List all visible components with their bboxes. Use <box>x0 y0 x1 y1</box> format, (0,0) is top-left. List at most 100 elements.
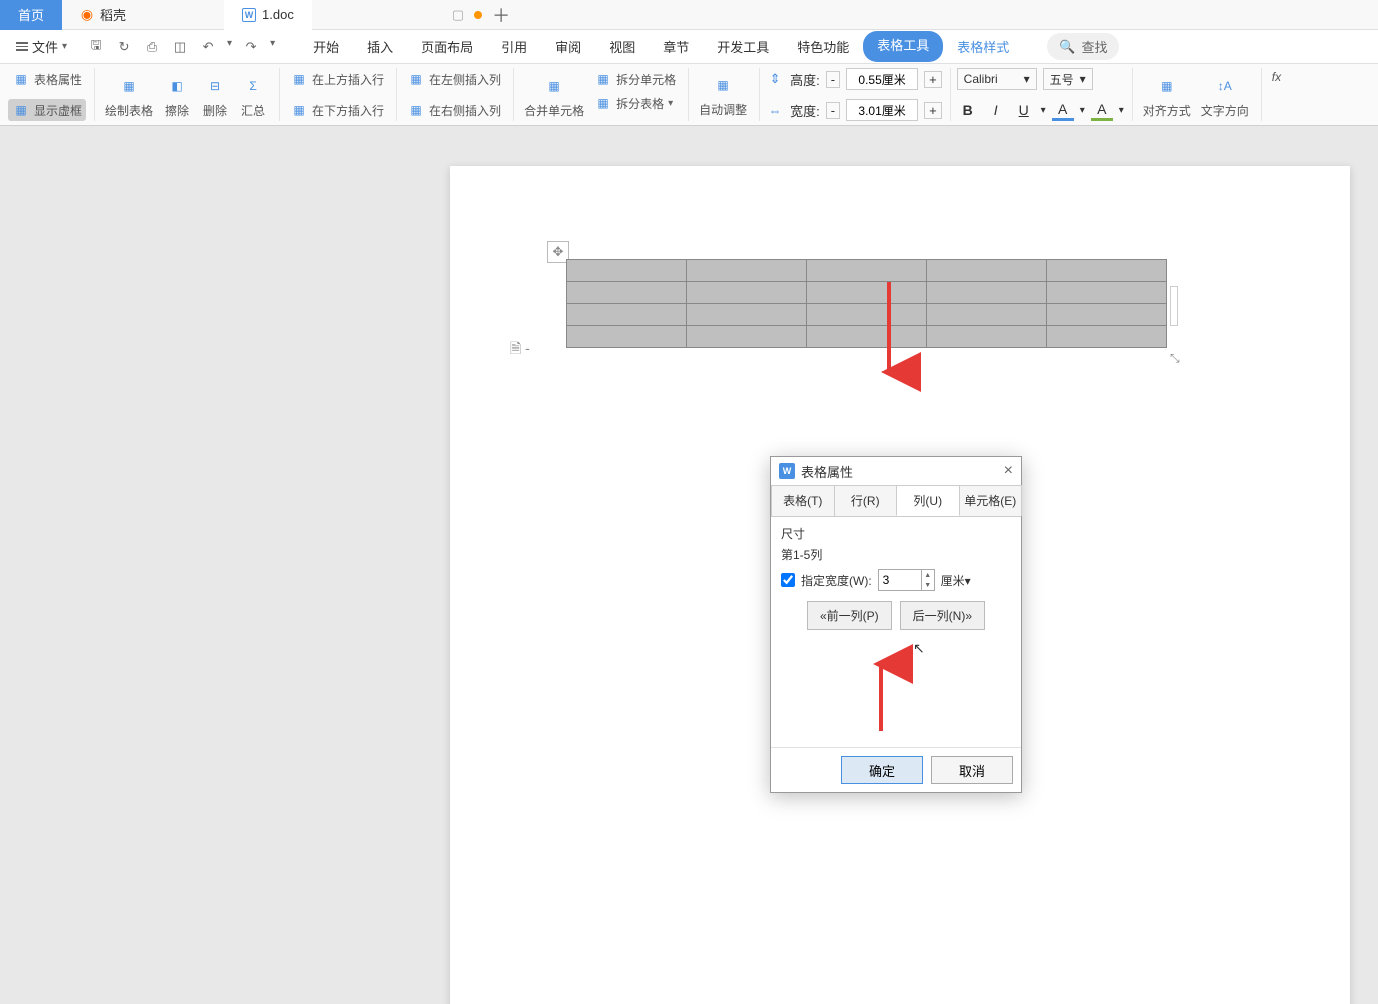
fire-icon: ◉ <box>80 8 94 22</box>
autofit-button[interactable]: ▦ 自动调整 <box>695 68 751 121</box>
dialog-tab-cell[interactable]: 单元格(E) <box>959 485 1023 516</box>
cancel-button[interactable]: 取消 <box>931 756 1013 784</box>
font-name: Calibri <box>964 72 998 86</box>
minus-icon[interactable]: - <box>826 71 840 88</box>
tab-daoke[interactable]: ◉ 稻壳 <box>62 0 144 30</box>
column-range-label: 第1-5列 <box>781 546 1011 563</box>
table-properties-dialog: W 表格属性 × 表格(T) 行(R) 列(U) 单元格(E) 尺寸 第1-5列… <box>770 456 1022 793</box>
ok-button[interactable]: 确定 <box>841 756 923 784</box>
highlight-button[interactable]: A <box>1091 99 1113 121</box>
eraser-button[interactable]: ◧ 擦除 <box>159 68 195 122</box>
menu-insert[interactable]: 插入 <box>353 31 407 62</box>
spinner-down-icon[interactable]: ▼ <box>922 580 934 590</box>
merge-cells-button[interactable]: ▦ 合并单元格 <box>520 68 588 122</box>
tab-home[interactable]: 首页 <box>0 0 62 30</box>
summary-button[interactable]: Σ 汇总 <box>235 68 271 122</box>
insert-right-button[interactable]: ▦ 在右侧插入列 <box>403 99 505 121</box>
preview-icon[interactable]: ◫ <box>171 38 189 56</box>
plus-icon[interactable]: + <box>924 102 942 119</box>
save-icon[interactable]: 🖫 <box>87 38 105 56</box>
menu-devtools[interactable]: 开发工具 <box>703 31 783 62</box>
undo-dropdown-icon[interactable]: ▾ <box>227 38 232 56</box>
height-input[interactable] <box>846 68 918 90</box>
insert-above-button[interactable]: ▦ 在上方插入行 <box>286 68 388 90</box>
share-icon[interactable]: ↻ <box>115 38 133 56</box>
text-dir-icon: ↕A <box>1211 72 1239 100</box>
menu-pagelayout[interactable]: 页面布局 <box>407 31 487 62</box>
table-props-button[interactable]: ▦ 表格属性 <box>8 68 86 90</box>
hamburger-icon <box>16 42 28 51</box>
dialog-titlebar[interactable]: W 表格属性 × <box>771 457 1021 485</box>
dialog-tab-row[interactable]: 行(R) <box>834 485 898 516</box>
table-side-handle[interactable] <box>1170 286 1178 326</box>
undo-icon[interactable]: ↶ <box>199 38 217 56</box>
add-tab-button[interactable]: ＋ <box>482 2 520 28</box>
specify-width-checkbox[interactable] <box>781 573 795 587</box>
redo-dropdown-icon[interactable]: ▾ <box>270 38 275 56</box>
align-label: 对齐方式 <box>1143 102 1191 119</box>
tab-document[interactable]: W 1.doc <box>224 0 312 30</box>
width-value-input[interactable] <box>879 570 921 590</box>
redo-icon[interactable]: ↷ <box>242 38 260 56</box>
unit-label[interactable]: 厘米▾ <box>941 572 971 589</box>
chevron-down-icon[interactable]: ▾ <box>1041 105 1046 116</box>
show-gridlines-button[interactable]: ▦ 显示虚框 <box>8 99 86 121</box>
summary-label: 汇总 <box>241 102 265 119</box>
word-icon: W <box>242 8 256 22</box>
prev-col-button[interactable]: «前一列(P) <box>807 601 892 630</box>
close-button[interactable]: × <box>1004 462 1013 480</box>
width-icon: ⇔ <box>766 101 784 119</box>
tab-daoke-label: 稻壳 <box>100 5 126 24</box>
align-button[interactable]: ▦ 对齐方式 <box>1139 68 1195 122</box>
chevron-down-icon: ▾ <box>1080 72 1086 86</box>
insert-below-label: 在下方插入行 <box>312 102 384 119</box>
menu-tablestyle[interactable]: 表格样式 <box>943 31 1023 62</box>
ribbon-group-autofit: ▦ 自动调整 <box>695 68 760 121</box>
font-size-select[interactable]: 五号 ▾ <box>1043 68 1093 90</box>
spinner-up-icon[interactable]: ▲ <box>922 570 934 580</box>
height-label: 高度: <box>790 70 820 89</box>
insert-left-label: 在左侧插入列 <box>429 71 501 88</box>
dialog-tab-col[interactable]: 列(U) <box>896 485 960 516</box>
chevron-down-icon[interactable]: ▾ <box>1119 105 1124 116</box>
menu-view[interactable]: 视图 <box>595 31 649 62</box>
menu-special[interactable]: 特色功能 <box>783 31 863 62</box>
draw-table-label: 绘制表格 <box>105 102 153 119</box>
table-resize-handle[interactable]: ⤡ <box>1170 351 1180 366</box>
plus-icon[interactable]: + <box>924 71 942 88</box>
chevron-down-icon[interactable]: ▾ <box>1080 105 1085 116</box>
dialog-tab-table[interactable]: 表格(T) <box>771 485 835 516</box>
menu-tabletools[interactable]: 表格工具 <box>863 31 943 62</box>
insert-left-button[interactable]: ▦ 在左侧插入列 <box>403 68 505 90</box>
text-dir-button[interactable]: ↕A 文字方向 <box>1197 68 1253 122</box>
fx-button[interactable]: fx <box>1268 68 1285 86</box>
delete-button[interactable]: ⊟ 删除 <box>197 68 233 122</box>
menu-review[interactable]: 审阅 <box>541 31 595 62</box>
menu-reference[interactable]: 引用 <box>487 31 541 62</box>
minus-icon[interactable]: - <box>826 102 840 119</box>
bold-button[interactable]: B <box>957 99 979 121</box>
split-table-button[interactable]: ▦ 拆分表格 ▾ <box>590 92 680 114</box>
draw-table-button[interactable]: ▦ 绘制表格 <box>101 68 157 122</box>
font-select[interactable]: Calibri ▾ <box>957 68 1037 90</box>
unsaved-dot-icon <box>474 11 482 19</box>
document-table[interactable] <box>566 259 1167 348</box>
document-canvas: ✥ ⤡ 🗎 - W 表格属性 × 表格(T) 行(R) 列(U) 单元格(E) … <box>0 126 1378 1004</box>
menu-chapter[interactable]: 章节 <box>649 31 703 62</box>
insert-below-button[interactable]: ▦ 在下方插入行 <box>286 99 388 121</box>
next-col-button[interactable]: 后一列(N)» <box>900 601 985 630</box>
split-cells-button[interactable]: ▦ 拆分单元格 <box>590 68 680 90</box>
menu-start[interactable]: 开始 <box>299 31 353 62</box>
split-cells-icon: ▦ <box>594 70 612 88</box>
search-box[interactable]: 🔍 查找 <box>1047 33 1119 60</box>
width-input[interactable] <box>846 99 918 121</box>
eraser-icon: ◧ <box>163 72 191 100</box>
file-menu[interactable]: 文件 ▾ <box>8 33 75 60</box>
insert-right-label: 在右侧插入列 <box>429 102 501 119</box>
font-color-button[interactable]: A <box>1052 99 1074 121</box>
italic-button[interactable]: I <box>985 99 1007 121</box>
qa-icons: 🖫 ↻ ⎙ ◫ ↶ ▾ ↷ ▾ <box>87 38 275 56</box>
print-icon[interactable]: ⎙ <box>143 38 161 56</box>
tab-indicators: ▢ <box>452 7 482 23</box>
underline-button[interactable]: U <box>1013 99 1035 121</box>
